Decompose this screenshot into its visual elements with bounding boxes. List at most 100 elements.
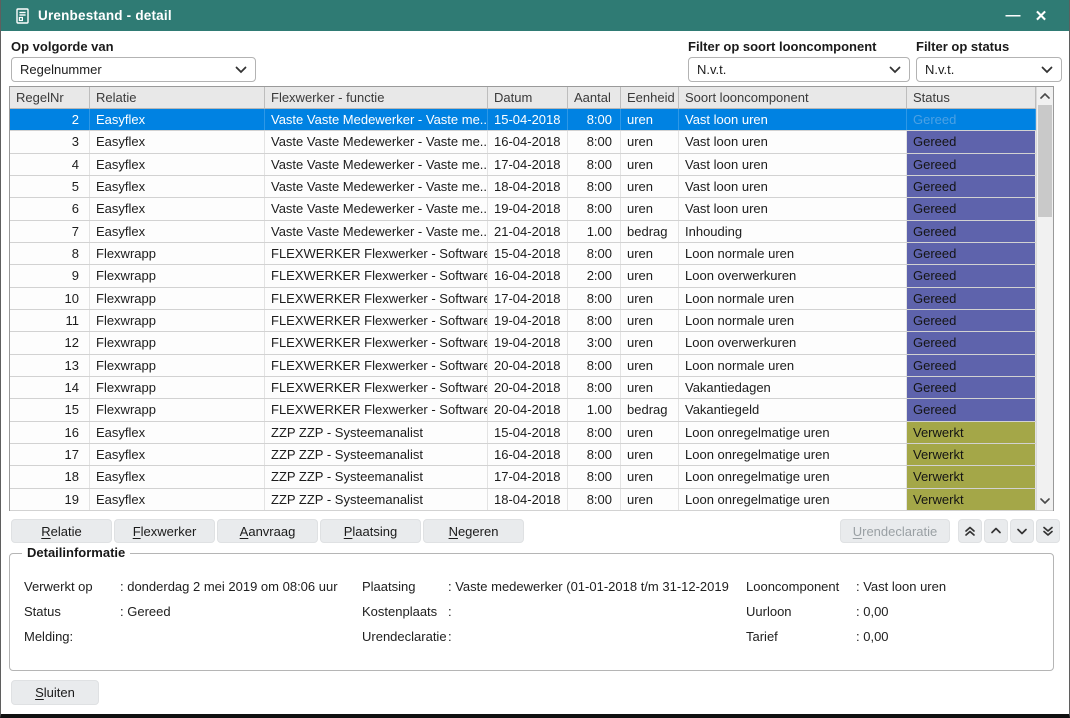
column-header-flexwerker-functie: Flexwerker - functie xyxy=(265,87,488,108)
cell-eenheid: uren xyxy=(621,243,679,264)
table-row[interactable]: 17EasyflexZZP ZZP - Systeemanalist16-04-… xyxy=(10,444,1053,466)
sort-select[interactable]: Regelnummer xyxy=(11,57,256,82)
table-row[interactable]: 9FlexwrappFLEXWERKER Flexwerker - Softwa… xyxy=(10,265,1053,287)
cell-flexwerker: FLEXWERKER Flexwerker - Software ... xyxy=(265,399,488,420)
cell-soort: Vast loon uren xyxy=(679,154,907,175)
detail-field-tarief: Tarief: 0,00 xyxy=(746,624,1051,649)
cell-flexwerker: FLEXWERKER Flexwerker - Software ... xyxy=(265,377,488,398)
cell-datum: 15-04-2018 xyxy=(488,243,568,264)
table-row[interactable]: 7EasyflexVaste Vaste Medewerker - Vaste … xyxy=(10,221,1053,243)
cell-regelnr: 4 xyxy=(10,154,90,175)
detail-field-plaatsing: Plaatsing: Vaste medewerker (01-01-2018 … xyxy=(362,574,750,599)
cell-regelnr: 8 xyxy=(10,243,90,264)
table-row[interactable]: 6EasyflexVaste Vaste Medewerker - Vaste … xyxy=(10,198,1053,220)
cell-datum: 18-04-2018 xyxy=(488,489,568,510)
chevron-up-icon xyxy=(1040,93,1050,99)
table-row[interactable]: 5EasyflexVaste Vaste Medewerker - Vaste … xyxy=(10,176,1053,198)
negeren-button[interactable]: Negeren xyxy=(423,519,524,543)
cell-flexwerker: Vaste Vaste Medewerker - Vaste me... xyxy=(265,221,488,242)
aanvraag-button[interactable]: Aanvraag xyxy=(217,519,318,543)
status-badge: Gereed xyxy=(907,221,1036,242)
cell-soort: Loon normale uren xyxy=(679,243,907,264)
chevron-down-icon xyxy=(1040,498,1050,504)
table-row[interactable]: 2EasyflexVaste Vaste Medewerker - Vaste … xyxy=(10,109,1053,131)
flexwerker-button[interactable]: Flexwerker xyxy=(114,519,215,543)
table-row[interactable]: 4EasyflexVaste Vaste Medewerker - Vaste … xyxy=(10,154,1053,176)
table-row[interactable]: 13FlexwrappFLEXWERKER Flexwerker - Softw… xyxy=(10,355,1053,377)
cell-datum: 15-04-2018 xyxy=(488,109,568,130)
cell-flexwerker: Vaste Vaste Medewerker - Vaste me... xyxy=(265,176,488,197)
cell-regelnr: 2 xyxy=(10,109,90,130)
status-badge: Verwerkt xyxy=(907,444,1036,465)
cell-soort: Inhouding xyxy=(679,221,907,242)
urenbestand-detail-window: Urenbestand - detail — ✕ Op volgorde van… xyxy=(0,0,1070,718)
detail-column-3: Looncomponent: Vast loon urenUurloon: 0,… xyxy=(746,574,1051,649)
double-row-down-button[interactable] xyxy=(1036,519,1060,543)
status-badge: Gereed xyxy=(907,399,1036,420)
cell-regelnr: 15 xyxy=(10,399,90,420)
looncomponent-filter-select[interactable]: N.v.t. xyxy=(688,57,910,82)
detail-label: Tarief xyxy=(746,624,856,649)
cell-aantal: 2:00 xyxy=(568,265,621,286)
close-button[interactable]: ✕ xyxy=(1027,4,1055,28)
status-badge: Gereed xyxy=(907,131,1036,152)
table-row[interactable]: 16EasyflexZZP ZZP - Systeemanalist15-04-… xyxy=(10,422,1053,444)
column-header-eenheid: Eenheid xyxy=(621,87,679,108)
status-badge: Gereed xyxy=(907,332,1036,353)
cell-eenheid: uren xyxy=(621,310,679,331)
column-header-datum: Datum xyxy=(488,87,568,108)
table-row[interactable]: 3EasyflexVaste Vaste Medewerker - Vaste … xyxy=(10,131,1053,153)
detail-column-2: Plaatsing: Vaste medewerker (01-01-2018 … xyxy=(362,574,750,649)
table-row[interactable]: 11FlexwrappFLEXWERKER Flexwerker - Softw… xyxy=(10,310,1053,332)
row-navigation: Urendeclaratie xyxy=(840,519,1060,543)
cell-datum: 21-04-2018 xyxy=(488,221,568,242)
cell-datum: 18-04-2018 xyxy=(488,176,568,197)
cell-soort: Vakantiedagen xyxy=(679,377,907,398)
cell-relatie: Easyflex xyxy=(90,109,265,130)
cell-relatie: Easyflex xyxy=(90,444,265,465)
status-badge: Gereed xyxy=(907,310,1036,331)
sluiten-button[interactable]: Sluiten xyxy=(11,680,99,705)
cell-eenheid: uren xyxy=(621,198,679,219)
table-row[interactable]: 12FlexwrappFLEXWERKER Flexwerker - Softw… xyxy=(10,332,1053,354)
cell-datum: 17-04-2018 xyxy=(488,154,568,175)
scrollbar-thumb[interactable] xyxy=(1038,105,1052,217)
cell-relatie: Flexwrapp xyxy=(90,332,265,353)
cell-aantal: 8:00 xyxy=(568,243,621,264)
table-row[interactable]: 15FlexwrappFLEXWERKER Flexwerker - Softw… xyxy=(10,399,1053,421)
table-row[interactable]: 19EasyflexZZP ZZP - Systeemanalist18-04-… xyxy=(10,489,1053,511)
cell-soort: Vast loon uren xyxy=(679,131,907,152)
cell-soort: Loon onregelmatige uren xyxy=(679,489,907,510)
detail-label: Uurloon xyxy=(746,599,856,624)
cell-aantal: 1.00 xyxy=(568,399,621,420)
vertical-scrollbar[interactable] xyxy=(1036,87,1053,510)
cell-regelnr: 10 xyxy=(10,288,90,309)
cell-relatie: Flexwrapp xyxy=(90,377,265,398)
table-row[interactable]: 8FlexwrappFLEXWERKER Flexwerker - Softwa… xyxy=(10,243,1053,265)
relatie-button[interactable]: Relatie xyxy=(11,519,112,543)
table-row[interactable]: 14FlexwrappFLEXWERKER Flexwerker - Softw… xyxy=(10,377,1053,399)
detail-field-uurloon: Uurloon: 0,00 xyxy=(746,599,1051,624)
status-badge: Gereed xyxy=(907,355,1036,376)
cell-flexwerker: ZZP ZZP - Systeemanalist xyxy=(265,489,488,510)
double-row-up-button[interactable] xyxy=(958,519,982,543)
cell-flexwerker: Vaste Vaste Medewerker - Vaste me... xyxy=(265,154,488,175)
scroll-up-button[interactable] xyxy=(1037,87,1053,105)
table-row[interactable]: 18EasyflexZZP ZZP - Systeemanalist17-04-… xyxy=(10,466,1053,488)
status-filter-select[interactable]: N.v.t. xyxy=(916,57,1062,82)
status-badge: Gereed xyxy=(907,109,1036,130)
row-down-button[interactable] xyxy=(1010,519,1034,543)
cell-relatie: Flexwrapp xyxy=(90,310,265,331)
cell-flexwerker: ZZP ZZP - Systeemanalist xyxy=(265,422,488,443)
table-row[interactable]: 10FlexwrappFLEXWERKER Flexwerker - Softw… xyxy=(10,288,1053,310)
detail-label: Urendeclaratie xyxy=(362,624,448,649)
cell-flexwerker: FLEXWERKER Flexwerker - Software ... xyxy=(265,265,488,286)
cell-datum: 19-04-2018 xyxy=(488,310,568,331)
plaatsing-button[interactable]: Plaatsing xyxy=(320,519,421,543)
cell-aantal: 8:00 xyxy=(568,176,621,197)
minimize-button[interactable]: — xyxy=(999,4,1027,28)
cell-relatie: Flexwrapp xyxy=(90,288,265,309)
scroll-down-button[interactable] xyxy=(1037,492,1053,510)
row-up-button[interactable] xyxy=(984,519,1008,543)
cell-eenheid: bedrag xyxy=(621,399,679,420)
